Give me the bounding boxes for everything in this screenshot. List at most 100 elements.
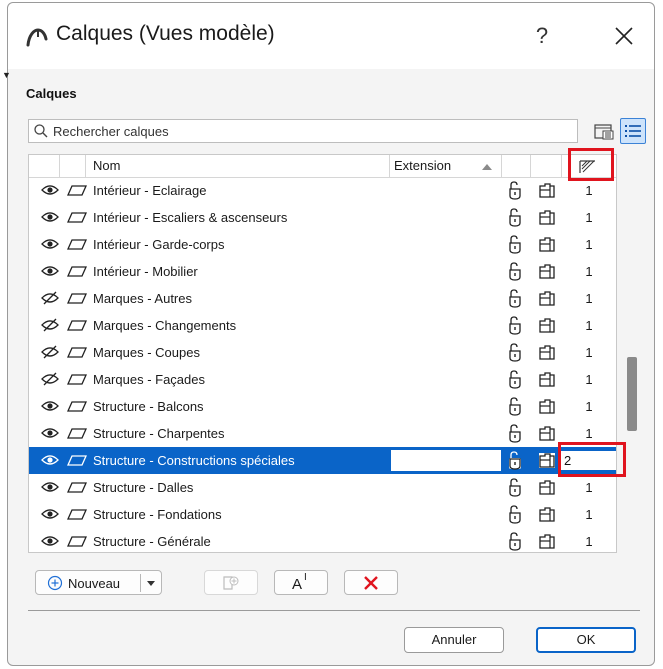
table-row[interactable]: Intérieur - Eclairage 1 bbox=[29, 177, 616, 204]
table-row[interactable]: Structure - Balcons 1 bbox=[29, 393, 616, 420]
solid-model-icon[interactable] bbox=[538, 533, 556, 550]
unlocked-icon[interactable] bbox=[507, 262, 523, 281]
visible-eye-icon[interactable] bbox=[41, 210, 59, 224]
layers-table: Nom Extension Intérieur - Eclairage 1 Inté… bbox=[28, 154, 617, 553]
visible-eye-icon[interactable] bbox=[41, 399, 59, 413]
hidden-eye-icon[interactable] bbox=[41, 372, 59, 386]
table-header: Nom Extension bbox=[29, 155, 616, 178]
layer-icon bbox=[67, 482, 87, 493]
table-row[interactable]: Intérieur - Garde-corps 1 bbox=[29, 231, 616, 258]
table-row[interactable]: Intérieur - Escaliers & ascenseurs 1 bbox=[29, 204, 616, 231]
layer-icon bbox=[67, 293, 87, 304]
solid-model-icon[interactable] bbox=[538, 344, 556, 361]
ok-button[interactable]: OK bbox=[536, 627, 636, 653]
table-row[interactable]: Marques - Façades 1 bbox=[29, 366, 616, 393]
table-row[interactable]: Structure - Constructions spéciales 2 bbox=[29, 447, 616, 474]
table-row[interactable]: Marques - Autres 1 bbox=[29, 285, 616, 312]
visible-eye-icon[interactable] bbox=[41, 183, 59, 197]
chevron-down-icon[interactable] bbox=[147, 581, 155, 586]
visible-eye-icon[interactable] bbox=[41, 534, 59, 548]
unlocked-icon[interactable] bbox=[507, 532, 523, 551]
intersection-number: 1 bbox=[585, 291, 593, 306]
layer-icon bbox=[67, 347, 87, 358]
sort-ascending-icon bbox=[482, 164, 492, 170]
unlocked-icon[interactable] bbox=[507, 370, 523, 389]
extension-field[interactable] bbox=[391, 450, 501, 471]
column-header-name[interactable]: Nom bbox=[93, 158, 120, 173]
hidden-eye-icon[interactable] bbox=[41, 345, 59, 359]
title-bar: Calques (Vues modèle) ? bbox=[8, 3, 654, 69]
rename-layer-button[interactable]: A I bbox=[274, 570, 328, 595]
solid-model-icon[interactable] bbox=[538, 479, 556, 496]
unlocked-icon[interactable] bbox=[507, 505, 523, 524]
unlocked-icon[interactable] bbox=[507, 397, 523, 416]
solid-model-icon[interactable] bbox=[538, 398, 556, 415]
unlocked-icon[interactable] bbox=[507, 208, 523, 227]
table-row[interactable]: Structure - Charpentes 1 bbox=[29, 420, 616, 447]
solid-model-icon[interactable] bbox=[538, 209, 556, 226]
intersection-group-icon bbox=[579, 160, 595, 173]
layer-icon bbox=[67, 266, 87, 277]
close-icon[interactable] bbox=[606, 19, 642, 53]
list-icon bbox=[625, 125, 641, 137]
table-row[interactable]: Structure - Générale 1 bbox=[29, 528, 616, 552]
unlocked-icon[interactable] bbox=[507, 424, 523, 443]
solid-model-icon[interactable] bbox=[538, 290, 556, 307]
hidden-eye-icon[interactable] bbox=[41, 318, 59, 332]
table-row[interactable]: Intérieur - Mobilier 1 bbox=[29, 258, 616, 285]
unlocked-icon[interactable] bbox=[507, 478, 523, 497]
intersection-number: 1 bbox=[585, 426, 593, 441]
search-box[interactable] bbox=[28, 119, 578, 143]
layer-name: Marques - Autres bbox=[93, 291, 192, 306]
visible-eye-icon[interactable] bbox=[41, 237, 59, 251]
intersection-number-input[interactable]: 2 bbox=[560, 450, 616, 471]
plus-circle-icon bbox=[47, 575, 63, 591]
new-layer-button[interactable]: Nouveau bbox=[35, 570, 162, 595]
solid-model-icon[interactable] bbox=[538, 452, 556, 469]
intersection-number: 1 bbox=[585, 345, 593, 360]
table-row[interactable]: Structure - Dalles 1 bbox=[29, 474, 616, 501]
help-button[interactable]: ? bbox=[522, 17, 562, 55]
table-row[interactable]: Structure - Fondations 1 bbox=[29, 501, 616, 528]
unlocked-icon[interactable] bbox=[507, 235, 523, 254]
visible-eye-icon[interactable] bbox=[41, 453, 59, 467]
layer-icon bbox=[67, 239, 87, 250]
delete-layer-button[interactable] bbox=[344, 570, 398, 595]
solid-model-icon[interactable] bbox=[538, 371, 556, 388]
grid-view-button[interactable] bbox=[591, 118, 617, 144]
hidden-eye-icon[interactable] bbox=[41, 291, 59, 305]
visible-eye-icon[interactable] bbox=[41, 480, 59, 494]
import-layer-button[interactable] bbox=[204, 570, 258, 595]
layer-name: Intérieur - Mobilier bbox=[93, 264, 198, 279]
layers-dialog: Calques (Vues modèle) ? Calques Recherch… bbox=[7, 2, 655, 666]
layer-name: Structure - Charpentes bbox=[93, 426, 225, 441]
visible-eye-icon[interactable] bbox=[41, 264, 59, 278]
layer-icon bbox=[67, 320, 87, 331]
solid-model-icon[interactable] bbox=[538, 425, 556, 442]
column-header-extension[interactable]: Extension bbox=[394, 158, 451, 173]
solid-model-icon[interactable] bbox=[538, 317, 556, 334]
visible-eye-icon[interactable] bbox=[41, 507, 59, 521]
unlocked-icon[interactable] bbox=[507, 289, 523, 308]
solid-model-icon[interactable] bbox=[538, 236, 556, 253]
new-layer-label: Nouveau bbox=[68, 576, 121, 591]
unlocked-icon[interactable] bbox=[507, 343, 523, 362]
unlocked-icon[interactable] bbox=[507, 181, 523, 200]
table-row[interactable]: Marques - Changements 1 bbox=[29, 312, 616, 339]
solid-model-icon[interactable] bbox=[538, 263, 556, 280]
search-input[interactable] bbox=[53, 122, 553, 140]
solid-model-icon[interactable] bbox=[538, 506, 556, 523]
visible-eye-icon[interactable] bbox=[41, 426, 59, 440]
list-view-button[interactable] bbox=[620, 118, 646, 144]
cancel-button[interactable]: Annuler bbox=[404, 627, 504, 653]
unlocked-icon[interactable] bbox=[507, 451, 523, 470]
solid-model-icon[interactable] bbox=[538, 182, 556, 199]
unlocked-icon[interactable] bbox=[507, 316, 523, 335]
intersection-number: 1 bbox=[585, 399, 593, 414]
layer-name: Structure - Balcons bbox=[93, 399, 204, 414]
intersection-number: 1 bbox=[585, 480, 593, 495]
scrollbar-thumb[interactable] bbox=[627, 357, 637, 431]
dropdown-mark-icon: ▼ bbox=[2, 70, 11, 80]
table-row[interactable]: Marques - Coupes 1 bbox=[29, 339, 616, 366]
layer-icon bbox=[67, 374, 87, 385]
